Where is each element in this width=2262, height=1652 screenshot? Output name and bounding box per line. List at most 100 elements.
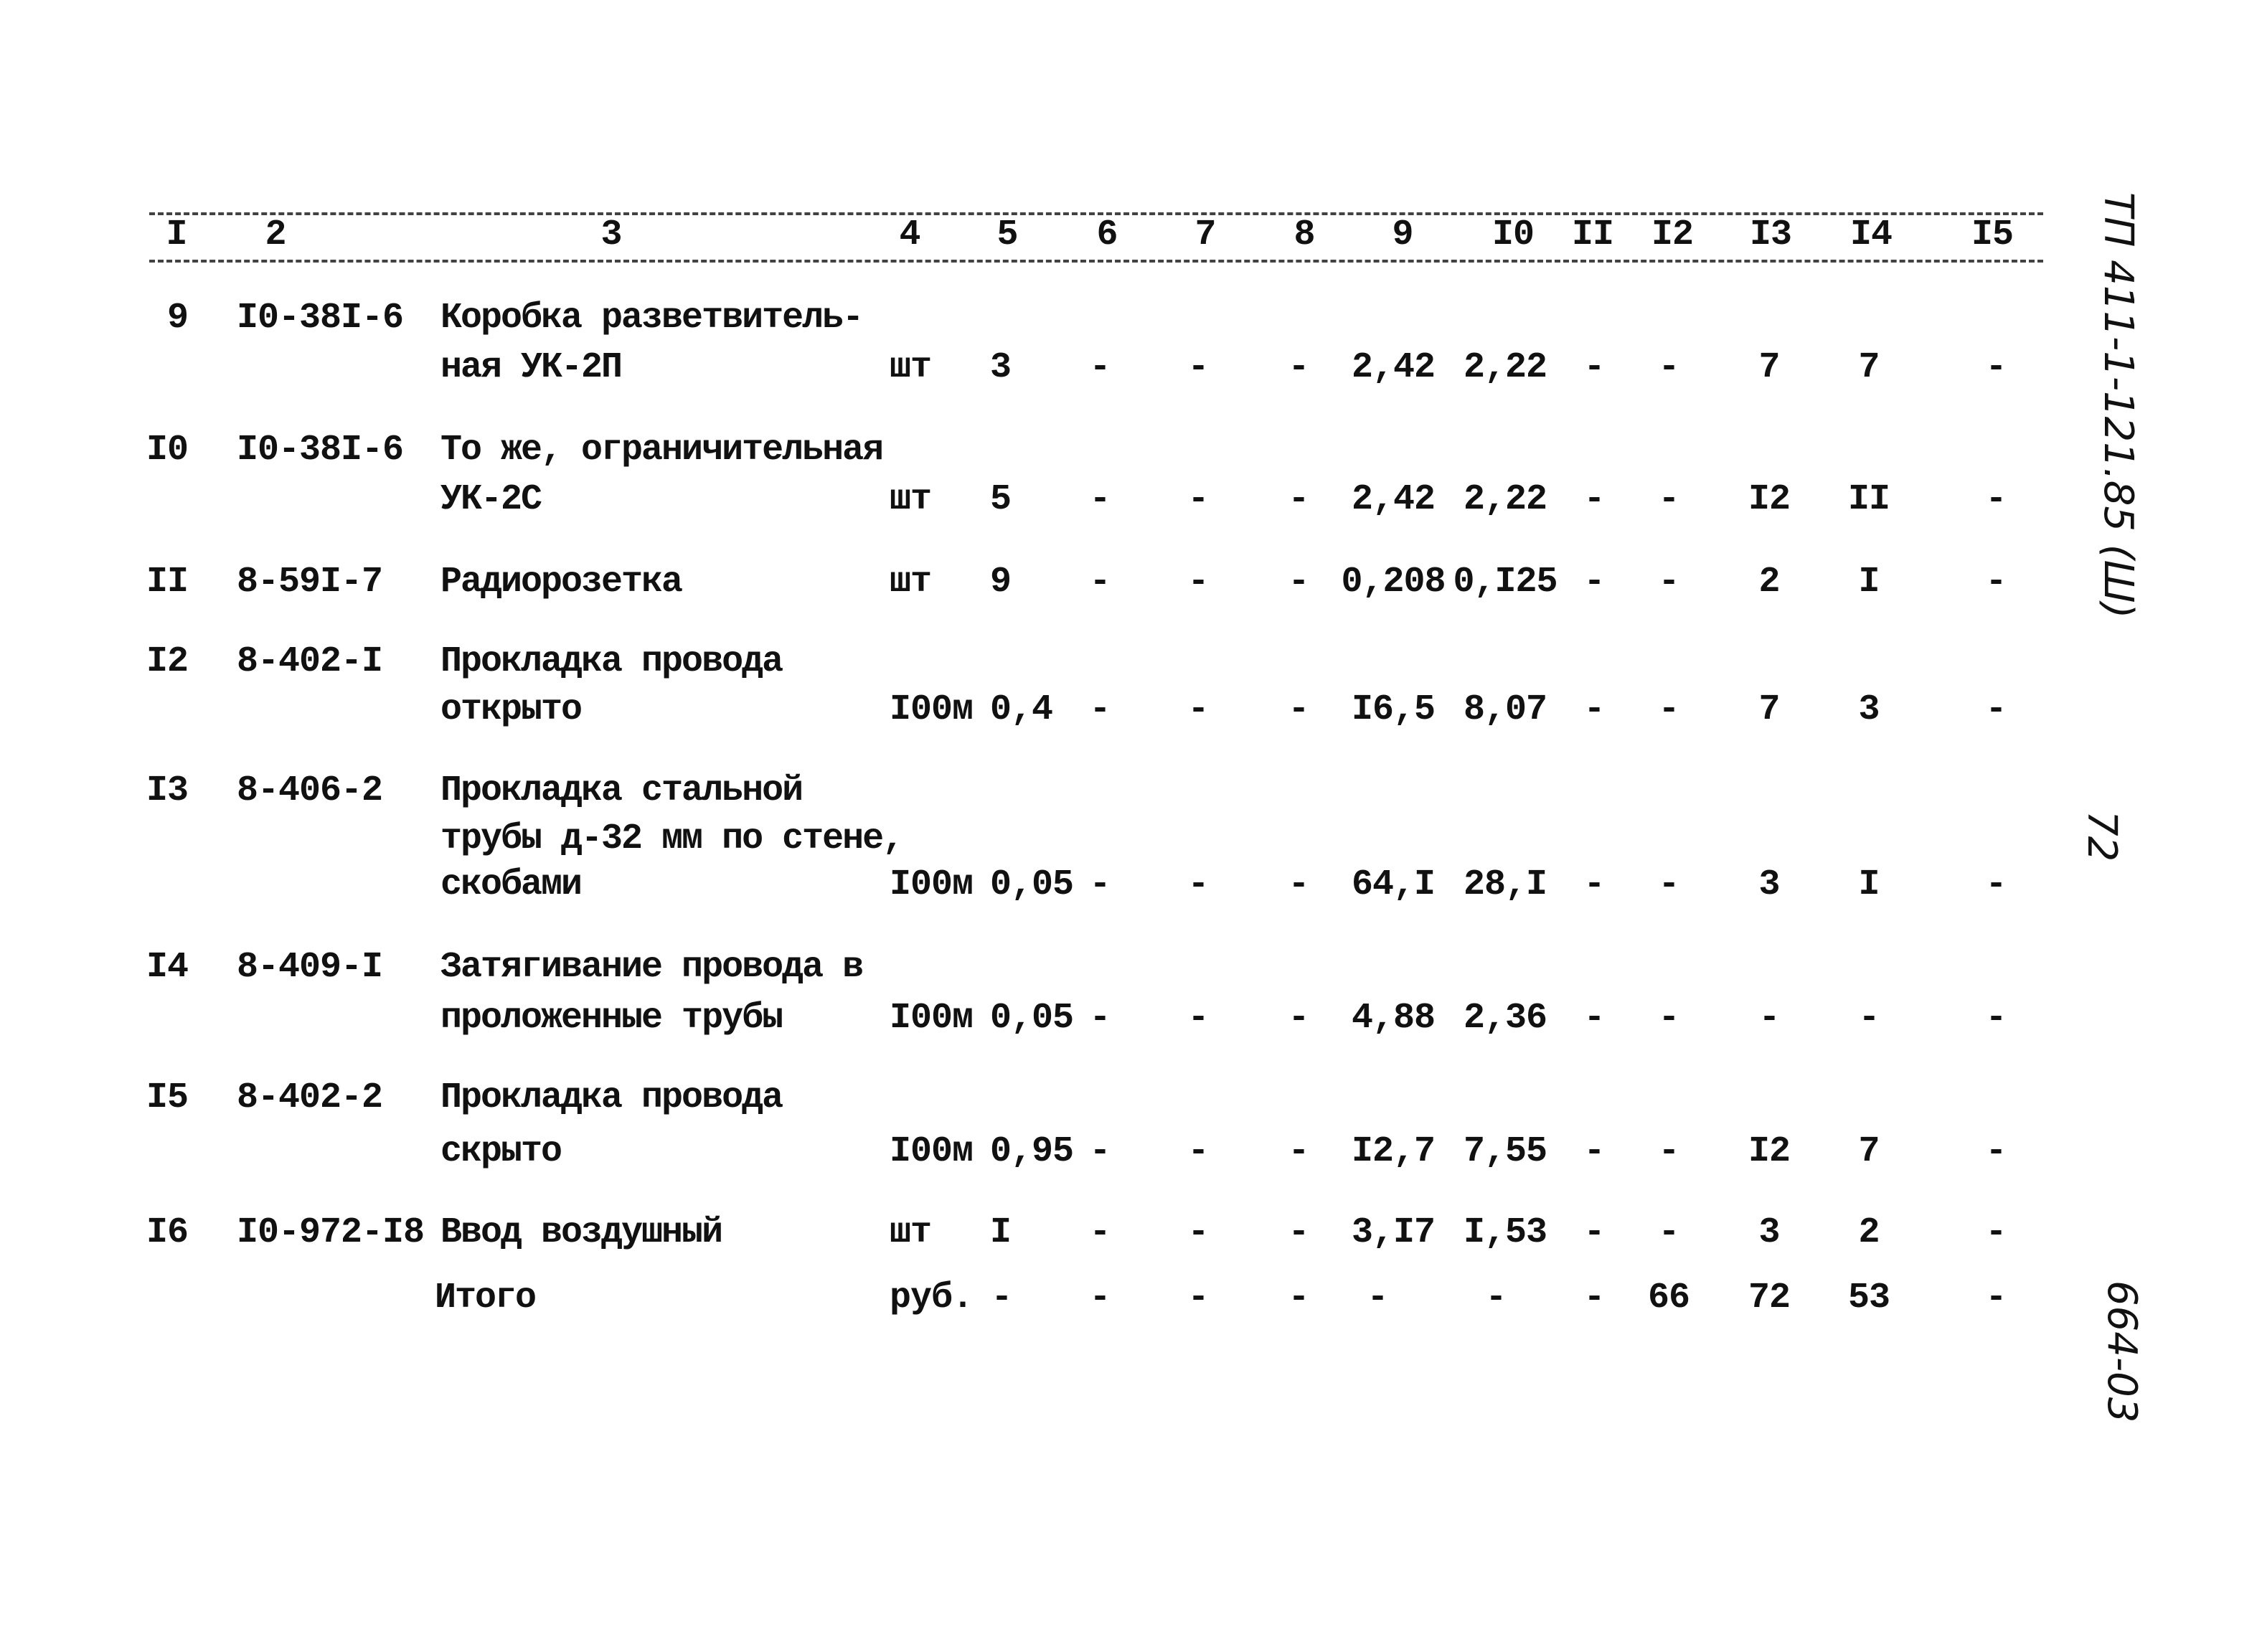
- total-cell-12: 66: [1647, 1278, 1690, 1318]
- rate-code: 8-59I-7: [237, 562, 383, 603]
- rate-code: I0-38I-6: [237, 430, 404, 471]
- cell-10: 28,I: [1463, 864, 1547, 905]
- row-number: I5: [146, 1077, 189, 1118]
- description-line: Ввод воздушный: [440, 1212, 723, 1253]
- quantity: 0,95: [990, 1131, 1074, 1172]
- cell-7: -: [1187, 479, 1209, 520]
- cell-11: -: [1583, 347, 1605, 388]
- cell-7: -: [1187, 864, 1209, 905]
- row-number: I3: [146, 770, 189, 811]
- rate-code: I0-38I-6: [237, 298, 404, 339]
- cell-15: -: [1985, 1131, 2007, 1172]
- cell-15: -: [1985, 998, 2007, 1039]
- cell-13: 3: [1758, 864, 1780, 905]
- quantity: 0,05: [990, 998, 1074, 1039]
- cell-8: -: [1288, 689, 1309, 730]
- total-cell-14: 53: [1847, 1278, 1890, 1318]
- unit: I00м: [890, 1131, 974, 1172]
- quantity: 0,4: [990, 689, 1053, 730]
- cell-7: -: [1187, 689, 1209, 730]
- rate-code: 8-409-I: [237, 947, 383, 988]
- header-col-1: I: [166, 214, 187, 255]
- header-col-3: 3: [600, 214, 622, 255]
- cell-13: I2: [1748, 1131, 1791, 1172]
- total-cell-10: -: [1485, 1278, 1507, 1318]
- unit: шт: [890, 479, 932, 520]
- header-col-14: I4: [1849, 214, 1893, 255]
- cell-6: -: [1089, 998, 1111, 1039]
- cell-8: -: [1288, 1212, 1309, 1253]
- header-col-4: 4: [899, 214, 920, 255]
- cell-9: 2,42: [1351, 347, 1436, 388]
- cell-7: -: [1187, 1212, 1209, 1253]
- header-bottom-rule: [149, 260, 2043, 263]
- rate-code: I0-972-I8: [237, 1212, 425, 1253]
- cell-11: -: [1583, 1131, 1605, 1172]
- cell-10: 8,07: [1463, 689, 1547, 730]
- cell-11: -: [1583, 479, 1605, 520]
- cell-14: I: [1858, 562, 1880, 603]
- cell-11: -: [1583, 689, 1605, 730]
- cell-7: -: [1187, 998, 1209, 1039]
- cell-8: -: [1288, 998, 1309, 1039]
- side-page-number: 72: [2078, 811, 2125, 862]
- description-line: скрыто: [440, 1131, 562, 1172]
- total-cell-6: -: [1089, 1278, 1111, 1318]
- cell-14: 3: [1858, 689, 1880, 730]
- row-number: 9: [166, 298, 189, 339]
- unit: I00м: [890, 864, 974, 905]
- header-col-5: 5: [996, 214, 1018, 255]
- cell-15: -: [1985, 562, 2007, 603]
- cell-9: I2,7: [1351, 1131, 1436, 1172]
- header-col-7: 7: [1194, 214, 1216, 255]
- description-line: Прокладка провода: [440, 641, 783, 682]
- cell-8: -: [1288, 562, 1309, 603]
- description-line: скобами: [440, 864, 583, 905]
- unit: шт: [890, 562, 932, 603]
- cell-7: -: [1187, 347, 1209, 388]
- total-cell-5: -: [991, 1278, 1012, 1318]
- unit: I00м: [890, 689, 974, 730]
- description-line: трубы д-32 мм по стене,: [440, 818, 904, 859]
- cell-15: -: [1985, 689, 2007, 730]
- total-cell-8: -: [1288, 1278, 1309, 1318]
- cell-9: 4,88: [1351, 998, 1436, 1039]
- cell-12: -: [1658, 998, 1679, 1039]
- cell-12: -: [1658, 864, 1679, 905]
- quantity: 0,05: [990, 864, 1074, 905]
- total-cell-15: -: [1985, 1278, 2007, 1318]
- cell-8: -: [1288, 479, 1309, 520]
- cell-14: -: [1858, 998, 1880, 1039]
- description-line: УК-2С: [440, 479, 542, 520]
- cell-9: 2,42: [1351, 479, 1436, 520]
- cell-12: -: [1658, 347, 1679, 388]
- unit: I00м: [890, 998, 974, 1039]
- cell-15: -: [1985, 864, 2007, 905]
- cell-15: -: [1985, 347, 2007, 388]
- cell-12: -: [1658, 689, 1679, 730]
- cell-12: -: [1658, 562, 1679, 603]
- rate-code: 8-402-2: [237, 1077, 383, 1118]
- total-cell-11: -: [1583, 1278, 1605, 1318]
- cell-7: -: [1187, 1131, 1209, 1172]
- total-cell-13: 72: [1748, 1278, 1791, 1318]
- description-line: проложенные трубы: [440, 998, 783, 1039]
- cell-15: -: [1985, 1212, 2007, 1253]
- cell-11: -: [1583, 562, 1605, 603]
- description-line: Затягивание провода в: [440, 947, 864, 988]
- row-number: I4: [146, 947, 189, 988]
- total-unit: руб.: [890, 1278, 974, 1318]
- cell-14: II: [1847, 479, 1890, 520]
- cell-11: -: [1583, 864, 1605, 905]
- cell-13: I2: [1748, 479, 1791, 520]
- cell-10: 7,55: [1463, 1131, 1547, 1172]
- cell-11: -: [1583, 1212, 1605, 1253]
- total-cell-7: -: [1187, 1278, 1209, 1318]
- side-inventory-number: 664-03: [2098, 1280, 2145, 1423]
- header-col-6: 6: [1096, 214, 1118, 255]
- cell-12: -: [1658, 1131, 1679, 1172]
- cell-10: 2,22: [1463, 347, 1547, 388]
- cell-9: 64,I: [1351, 864, 1436, 905]
- header-col-12: I2: [1651, 214, 1694, 255]
- header-col-11: II: [1571, 214, 1614, 255]
